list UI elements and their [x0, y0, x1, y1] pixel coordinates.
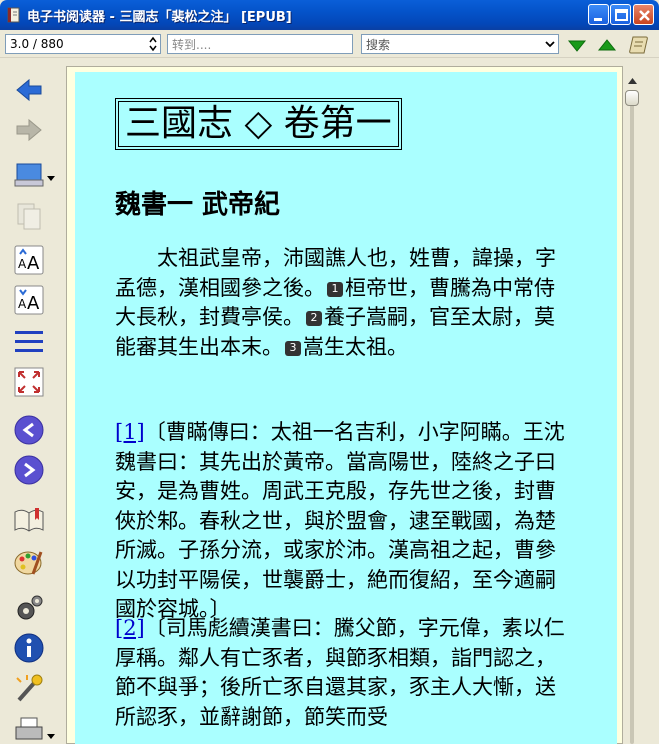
- magic-wand-icon[interactable]: [13, 672, 45, 704]
- note-paragraph: [1]〔曹瞞傳曰：太祖一名吉利，小字阿瞞。王沈魏書曰：其先出於黃帝。當高陽世，陸…: [115, 418, 575, 625]
- book-title: 三國志 ◇ 卷第一: [115, 98, 402, 150]
- scroll-icon[interactable]: [628, 34, 650, 56]
- palette-icon[interactable]: [13, 546, 45, 578]
- note-link[interactable]: [1]: [115, 420, 145, 444]
- font-decrease-icon[interactable]: A A: [13, 284, 45, 316]
- font-increase-icon[interactable]: A A: [13, 244, 45, 276]
- note-paragraph: [2]〔司馬彪續漢書曰：騰父節，字元偉，素以仁厚稱。鄰人有亡豕者，與節豕相類，詣…: [115, 614, 575, 732]
- scroll-track[interactable]: [630, 90, 634, 744]
- printer-icon[interactable]: [13, 714, 45, 744]
- maximize-icon: [615, 9, 628, 21]
- triangle-up-icon[interactable]: [596, 34, 618, 56]
- window-title: 电子书阅读器 - 三國志「裴松之注」 [EPUB]: [27, 10, 292, 25]
- close-button[interactable]: [633, 4, 654, 25]
- close-icon: [639, 10, 650, 21]
- left-sidebar: A A A A: [0, 58, 62, 744]
- triangle-down-icon[interactable]: [566, 34, 588, 56]
- reader-window: 电子书阅读器 - 三國志「裴松之注」 [EPUB] 3.0 / 880 转到..…: [0, 0, 659, 744]
- chevron-down-icon[interactable]: [544, 38, 556, 50]
- goto-placeholder: 转到....: [172, 38, 212, 52]
- scroll-thumb[interactable]: [625, 90, 639, 106]
- arrow-right-icon[interactable]: [13, 114, 45, 146]
- copy-icon[interactable]: [13, 200, 45, 232]
- page-number-value: 3.0 / 880: [10, 37, 64, 51]
- circle-arrow-right-icon[interactable]: [13, 454, 45, 486]
- footnote-marker[interactable]: 2: [306, 311, 322, 326]
- title-bar[interactable]: 电子书阅读器 - 三國志「裴松之注」 [EPUB]: [0, 0, 659, 30]
- chapter-title: 魏書一 武帝紀: [115, 190, 281, 220]
- search-placeholder: 搜索: [366, 38, 391, 52]
- note-text: 〔曹瞞傳曰：太祖一名吉利，小字阿瞞。王沈魏書曰：其先出於黃帝。當高陽世，陸終之子…: [115, 420, 565, 621]
- scroll-up-icon[interactable]: [628, 78, 637, 84]
- svg-text:A: A: [27, 293, 40, 314]
- gear-icon[interactable]: [13, 592, 45, 624]
- chevron-down-icon[interactable]: [47, 734, 55, 740]
- circle-arrow-left-icon[interactable]: [13, 414, 45, 446]
- text-segment: 嵩生太祖。: [303, 334, 408, 359]
- svg-text:A: A: [27, 253, 40, 274]
- book-app-icon: [7, 7, 20, 23]
- note-link[interactable]: [2]: [115, 616, 145, 640]
- monitor-icon[interactable]: [13, 158, 45, 190]
- line-spacing-icon[interactable]: [13, 326, 45, 358]
- open-book-icon[interactable]: [13, 504, 45, 536]
- arrow-left-icon[interactable]: [13, 74, 45, 106]
- book-page[interactable]: 三國志 ◇ 卷第一 魏書一 武帝紀 太祖武皇帝，沛國譙人也，姓曹，諱操，字孟德，…: [75, 72, 617, 744]
- main-paragraph: 太祖武皇帝，沛國譙人也，姓曹，諱操，字孟德，漢相國參之後。 1 桓帝世，曹騰為中常侍…: [115, 244, 575, 362]
- page-number-spinner[interactable]: 3.0 / 880: [5, 34, 161, 54]
- minimize-icon: [594, 18, 602, 21]
- svg-text:A: A: [18, 257, 27, 271]
- search-combobox[interactable]: 搜索: [361, 34, 559, 54]
- spinner-arrows-icon[interactable]: [148, 36, 158, 52]
- toolbar: 3.0 / 880 转到.... 搜索: [0, 30, 659, 58]
- svg-text:A: A: [18, 297, 27, 311]
- fullscreen-icon[interactable]: [13, 366, 45, 398]
- minimize-button[interactable]: [588, 4, 609, 25]
- chevron-down-icon[interactable]: [47, 176, 55, 182]
- goto-input[interactable]: 转到....: [167, 34, 353, 54]
- note-text: 〔司馬彪續漢書曰：騰父節，字元偉，素以仁厚稱。鄰人有亡豕者，與節豕相類，詣門認之…: [115, 616, 565, 729]
- vertical-scrollbar[interactable]: [623, 72, 641, 744]
- footnote-marker[interactable]: 1: [327, 281, 343, 297]
- maximize-button[interactable]: [610, 4, 631, 25]
- info-icon[interactable]: [13, 632, 45, 664]
- window-edge: [641, 58, 659, 744]
- footnote-marker[interactable]: 3: [285, 340, 301, 356]
